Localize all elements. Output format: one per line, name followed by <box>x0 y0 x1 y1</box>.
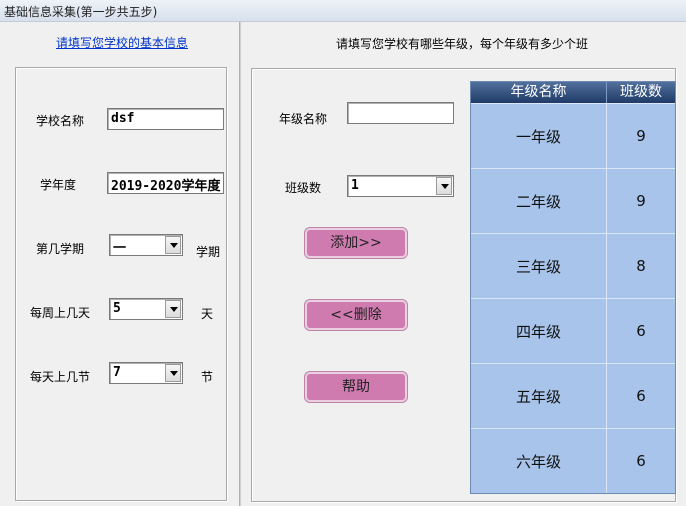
semester-select[interactable]: 一 <box>109 234 183 256</box>
school-info-link[interactable]: 请填写您学校的基本信息 <box>56 34 188 51</box>
days-value: 5 <box>113 301 121 316</box>
table-row[interactable]: 二年级 9 <box>471 168 675 233</box>
days-label: 每周上几天 <box>30 306 91 320</box>
grade-name-cell[interactable]: 三年级 <box>471 234 607 298</box>
header-grade-name[interactable]: 年级名称 <box>471 82 607 103</box>
semester-unit: 学期 <box>196 245 221 259</box>
class-count-cell[interactable]: 6 <box>607 364 675 428</box>
class-count-cell[interactable]: 8 <box>607 234 675 298</box>
class-count-cell[interactable]: 9 <box>607 169 675 233</box>
school-year-label: 学年度 <box>40 178 77 192</box>
periods-select[interactable]: 7 <box>109 362 183 384</box>
window-title: 基础信息采集(第一步共五步) <box>4 5 158 19</box>
grade-table-header: 年级名称 班级数 <box>471 82 675 103</box>
class-count-cell[interactable]: 6 <box>607 429 675 493</box>
add-button[interactable]: 添加>> <box>305 228 407 258</box>
help-button[interactable]: 帮助 <box>305 372 407 402</box>
semester-value: 一 <box>113 241 127 256</box>
school-year-input[interactable]: 2019-2020学年度 <box>107 172 224 194</box>
class-count-cell[interactable]: 9 <box>607 104 675 168</box>
days-select[interactable]: 5 <box>109 298 183 320</box>
chevron-down-icon[interactable] <box>165 236 181 254</box>
school-info-groupbox <box>15 67 227 501</box>
grade-name-input[interactable] <box>347 102 454 124</box>
grade-table[interactable]: 年级名称 班级数 一年级 9 二年级 9 三年级 8 四年级 6 五年级 6 六… <box>470 81 676 494</box>
table-row[interactable]: 四年级 6 <box>471 298 675 363</box>
table-row[interactable]: 五年级 6 <box>471 363 675 428</box>
delete-button[interactable]: <<删除 <box>305 300 407 330</box>
chevron-down-icon[interactable] <box>436 177 452 195</box>
grade-name-cell[interactable]: 一年级 <box>471 104 607 168</box>
class-count-value: 1 <box>351 178 359 193</box>
class-count-cell[interactable]: 6 <box>607 299 675 363</box>
window-titlebar: 基础信息采集(第一步共五步) <box>0 0 686 22</box>
table-row[interactable]: 三年级 8 <box>471 233 675 298</box>
periods-label: 每天上几节 <box>30 370 91 384</box>
school-name-label: 学校名称 <box>36 114 85 128</box>
grade-name-cell[interactable]: 二年级 <box>471 169 607 233</box>
days-unit: 天 <box>201 307 214 321</box>
periods-value: 7 <box>113 365 121 380</box>
grades-instruction: 请填写您学校有哪些年级，每个年级有多少个班 <box>336 37 589 51</box>
table-row[interactable]: 六年级 6 <box>471 428 675 493</box>
left-panel: 请填写您学校的基本信息 学校名称 dsf 学年度 2019-2020学年度 第几… <box>0 22 239 506</box>
table-row[interactable]: 一年级 9 <box>471 103 675 168</box>
header-class-count[interactable]: 班级数 <box>607 82 675 103</box>
class-count-label: 班级数 <box>285 181 322 195</box>
semester-label: 第几学期 <box>36 242 85 256</box>
periods-unit: 节 <box>201 370 214 384</box>
grade-name-cell[interactable]: 六年级 <box>471 429 607 493</box>
grade-name-label: 年级名称 <box>279 112 328 126</box>
chevron-down-icon[interactable] <box>165 300 181 318</box>
grade-name-cell[interactable]: 四年级 <box>471 299 607 363</box>
class-count-select[interactable]: 1 <box>347 175 454 197</box>
chevron-down-icon[interactable] <box>165 364 181 382</box>
grade-name-cell[interactable]: 五年级 <box>471 364 607 428</box>
school-name-input[interactable]: dsf <box>107 108 224 130</box>
